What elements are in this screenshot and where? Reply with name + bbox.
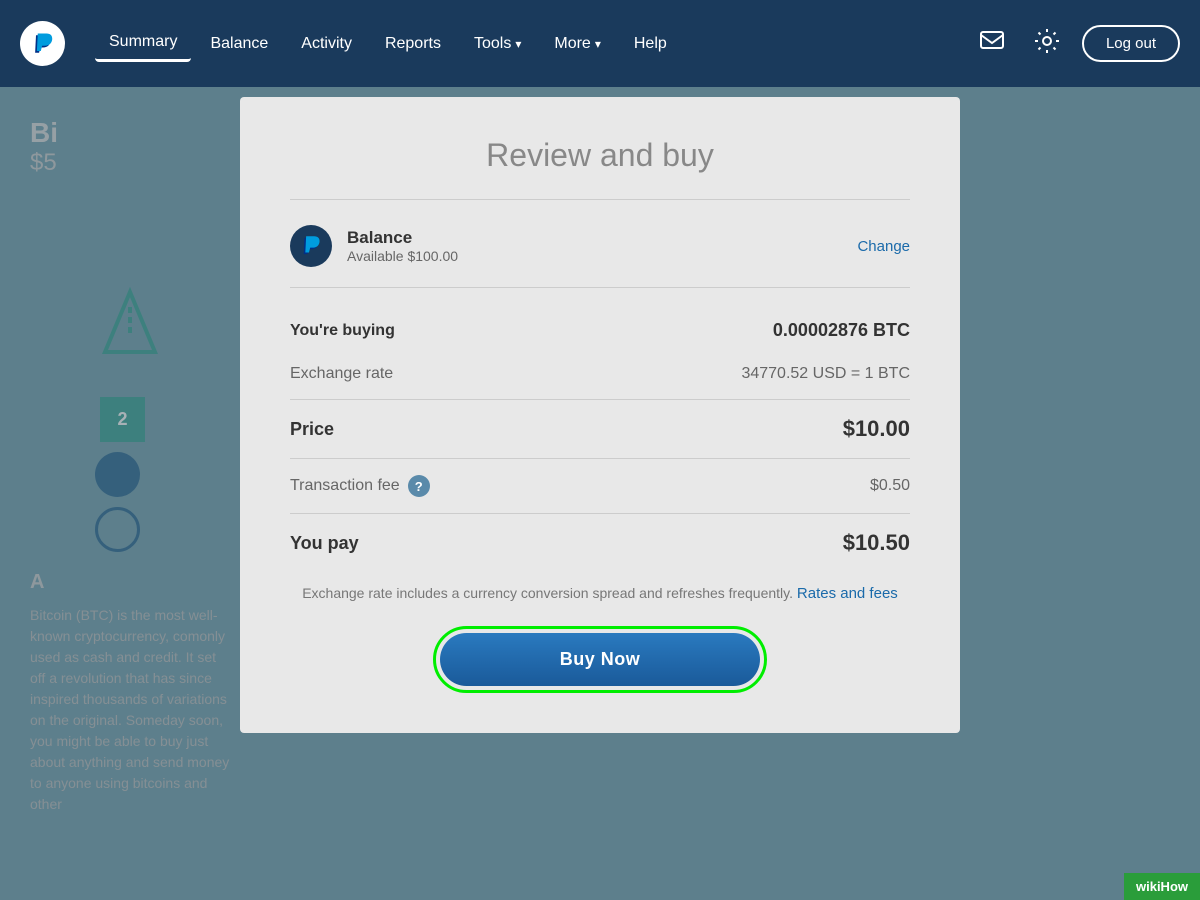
wikihow-badge: wikiHow [1124,873,1200,900]
youre-buying-value: 0.00002876 BTC [773,320,910,341]
nav-right: Log out [972,21,1180,67]
transaction-fee-value: $0.50 [870,477,910,495]
payment-available: Available $100.00 [347,248,842,264]
transaction-fee-label: Transaction fee [290,477,400,495]
you-pay-row: You pay $10.50 [290,518,910,568]
exchange-rate-row: Exchange rate 34770.52 USD = 1 BTC [290,353,910,395]
you-pay-label: You pay [290,533,359,554]
nav-activity[interactable]: Activity [287,27,366,61]
change-payment-link[interactable]: Change [857,238,910,255]
transaction-fee-help-icon[interactable]: ? [408,475,430,497]
modal-divider [290,199,910,200]
nav-more[interactable]: More [540,27,614,61]
settings-button[interactable] [1027,21,1067,67]
divider-1 [290,399,910,400]
transaction-fee-row: Transaction fee ? $0.50 [290,463,910,509]
paypal-balance-icon [290,225,332,267]
nav-help[interactable]: Help [620,27,681,61]
page-background: Bi $5 2 A Bitcoin (BTC) is the most well… [0,87,1200,900]
buy-now-outer-border: Buy Now [433,626,768,693]
divider-2 [290,458,910,459]
price-label: Price [290,419,334,440]
navbar: Summary Balance Activity Reports Tools M… [0,0,1200,87]
nav-reports[interactable]: Reports [371,27,455,61]
modal-overlay: Review and buy Balance Available $100.00… [0,87,1200,900]
buy-now-button[interactable]: Buy Now [440,633,761,686]
nav-links: Summary Balance Activity Reports Tools M… [95,25,942,62]
price-value: $10.00 [843,416,910,442]
modal-title: Review and buy [290,137,910,174]
payment-method-row: Balance Available $100.00 Change [290,225,910,288]
payment-label: Balance [347,228,842,248]
youre-buying-row: You're buying 0.00002876 BTC [290,308,910,353]
nav-balance[interactable]: Balance [196,27,282,61]
divider-3 [290,513,910,514]
exchange-rate-value: 34770.52 USD = 1 BTC [741,365,910,383]
logout-button[interactable]: Log out [1082,25,1180,62]
paypal-logo [20,21,65,66]
review-buy-modal: Review and buy Balance Available $100.00… [240,97,960,733]
payment-info: Balance Available $100.00 [347,228,842,264]
rates-fees-link[interactable]: Rates and fees [797,585,898,602]
nav-summary[interactable]: Summary [95,25,191,62]
exchange-rate-label: Exchange rate [290,365,393,383]
modal-footer-note: Exchange rate includes a currency conver… [290,583,910,606]
you-pay-value: $10.50 [843,530,910,556]
transaction-fee-label-group: Transaction fee ? [290,475,430,497]
buy-now-wrapper: Buy Now [290,626,910,693]
price-row: Price $10.00 [290,404,910,454]
nav-tools[interactable]: Tools [460,27,535,61]
youre-buying-label: You're buying [290,322,395,340]
messages-button[interactable] [972,21,1012,67]
